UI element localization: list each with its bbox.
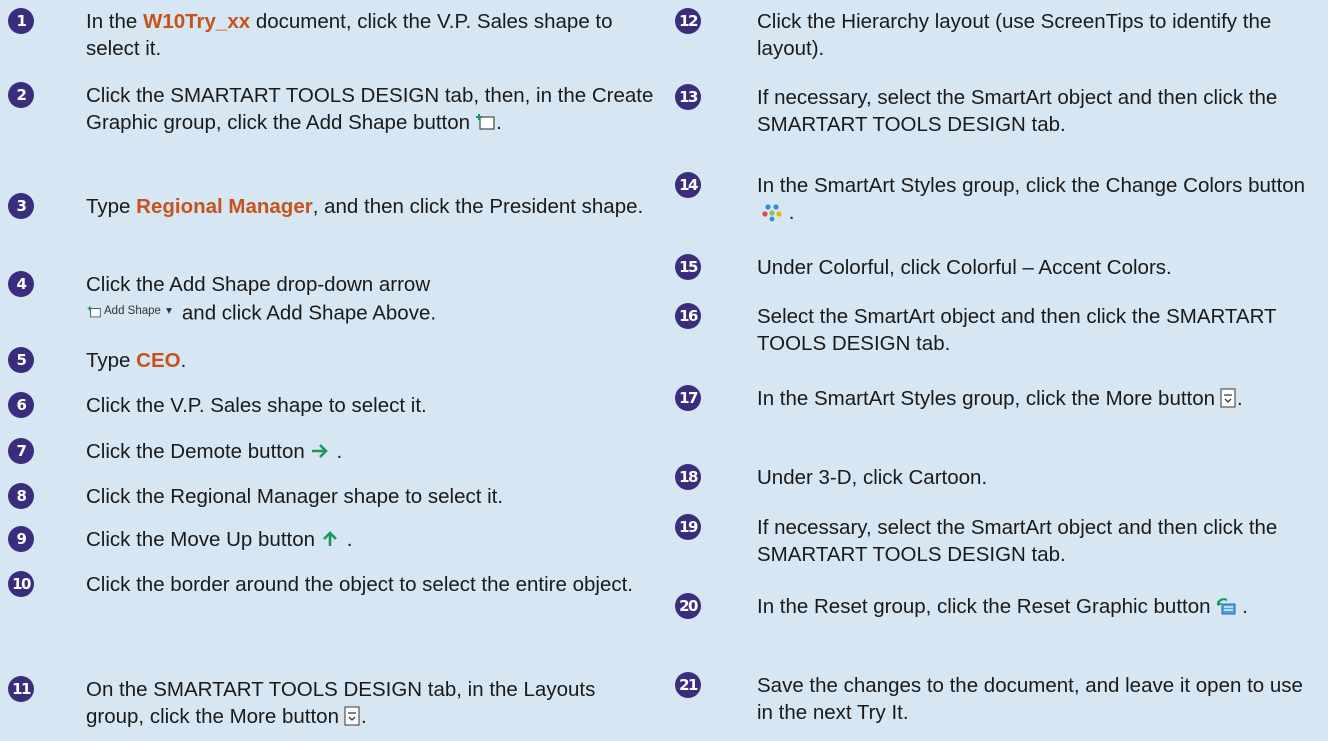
step-15: 15 Under Colorful, click Colorful – Acce…	[675, 254, 1323, 281]
step-number-badge: 6	[8, 392, 34, 418]
step-number-badge: 7	[8, 438, 34, 464]
add-shape-dropdown-icon: Add Shape ▾	[86, 298, 172, 325]
step-text: Click the SMARTART TOOLS DESIGN tab, the…	[86, 84, 654, 134]
step-text: If necessary, select the SmartArt object…	[757, 516, 1278, 566]
step-7: 7 Click the Demote button .	[8, 438, 656, 465]
step-text: Under Colorful, click Colorful – Accent …	[757, 256, 1172, 279]
highlighted-text: W10Try_xx	[143, 10, 251, 33]
step-5: 5 Type CEO.	[8, 347, 656, 374]
more-dropdown-icon	[1219, 388, 1237, 408]
step-text: .	[783, 201, 795, 224]
step-text: and click Add Shape Above.	[181, 301, 437, 325]
step-text: .	[1236, 595, 1248, 618]
step-17: 17 In the SmartArt Styles group, click t…	[675, 385, 1323, 412]
step-10: 10 Click the border around the object to…	[8, 571, 656, 598]
step-number-badge: 21	[675, 672, 701, 698]
step-14: 14 In the SmartArt Styles group, click t…	[675, 172, 1323, 226]
add-shape-icon	[474, 112, 496, 132]
step-number-badge: 3	[8, 193, 34, 219]
add-shape-label: Add Shape	[104, 305, 161, 317]
step-number-badge: 8	[8, 483, 34, 509]
step-text: In the Reset group, click the Reset Grap…	[757, 595, 1211, 618]
step-number-badge: 16	[675, 303, 701, 329]
step-number-badge: 5	[8, 347, 34, 373]
step-3: 3 Type Regional Manager, and then click …	[8, 193, 656, 220]
step-13: 13 If necessary, select the SmartArt obj…	[675, 84, 1323, 138]
step-number-badge: 17	[675, 385, 701, 411]
step-text: If necessary, select the SmartArt object…	[757, 86, 1278, 136]
step-text: Click the border around the object to se…	[86, 573, 633, 596]
step-text: , and then click the President shape.	[312, 195, 644, 218]
step-1: 1 In the W10Try_xx document, click the V…	[8, 8, 656, 62]
step-12: 12 Click the Hierarchy layout (use Scree…	[675, 8, 1323, 62]
step-text: On the SMARTART TOOLS DESIGN tab, in the…	[86, 678, 596, 728]
step-text: Type	[86, 349, 137, 372]
step-number-badge: 9	[8, 526, 34, 552]
step-8: 8 Click the Regional Manager shape to se…	[8, 483, 656, 510]
step-text: Click the Demote button	[86, 440, 305, 463]
step-20: 20 In the Reset group, click the Reset G…	[675, 593, 1323, 620]
step-text: In the	[86, 10, 143, 33]
step-text: Type	[86, 195, 137, 218]
demote-arrow-icon	[309, 441, 331, 461]
step-text: Click the Add Shape drop-down arrow	[86, 273, 431, 296]
step-text: .	[360, 705, 367, 728]
step-number-badge: 18	[675, 464, 701, 490]
reset-graphic-icon	[1215, 596, 1237, 616]
step-number-badge: 2	[8, 82, 34, 108]
step-number-badge: 13	[675, 84, 701, 110]
step-text: Select the SmartArt object and then clic…	[757, 305, 1277, 355]
step-number-badge: 19	[675, 514, 701, 540]
step-text: Save the changes to the document, and le…	[757, 674, 1303, 724]
highlighted-text: CEO	[136, 349, 181, 372]
highlighted-text: Regional Manager	[136, 195, 313, 218]
step-text: Click the Regional Manager shape to sele…	[86, 485, 504, 508]
change-colors-icon	[761, 202, 783, 222]
step-text: In the SmartArt Styles group, click the …	[757, 174, 1306, 197]
step-text: .	[496, 111, 502, 134]
step-16: 16 Select the SmartArt object and then c…	[675, 303, 1323, 357]
step-text: Click the Move Up button	[86, 528, 316, 551]
step-number-badge: 14	[675, 172, 701, 198]
step-text: .	[1237, 387, 1243, 410]
step-text: Under 3-D, click Cartoon.	[757, 466, 988, 489]
step-text: Click the Hierarchy layout (use ScreenTi…	[757, 10, 1272, 60]
step-text: .	[341, 528, 353, 551]
step-6: 6 Click the V.P. Sales shape to select i…	[8, 392, 656, 419]
step-number-badge: 1	[8, 8, 34, 34]
step-text: .	[180, 349, 187, 372]
step-21: 21 Save the changes to the document, and…	[675, 672, 1323, 726]
step-2: 2 Click the SMARTART TOOLS DESIGN tab, t…	[8, 82, 656, 136]
step-number-badge: 20	[675, 593, 701, 619]
step-4: 4 Click the Add Shape drop-down arrow Ad…	[8, 271, 656, 327]
step-number-badge: 15	[675, 254, 701, 280]
step-18: 18 Under 3-D, click Cartoon.	[675, 464, 1323, 491]
step-number-badge: 12	[675, 8, 701, 34]
step-text: .	[330, 440, 343, 463]
step-text: Click the V.P. Sales shape to select it.	[86, 394, 427, 417]
step-number-badge: 10	[8, 571, 34, 597]
chevron-down-icon: ▾	[162, 305, 172, 317]
more-dropdown-icon	[343, 706, 361, 726]
step-11: 11 On the SMARTART TOOLS DESIGN tab, in …	[8, 676, 656, 730]
step-text: In the SmartArt Styles group, click the …	[757, 387, 1216, 410]
move-up-arrow-icon	[319, 529, 341, 549]
step-9: 9 Click the Move Up button .	[8, 526, 656, 553]
step-number-badge: 4	[8, 271, 34, 297]
step-19: 19 If necessary, select the SmartArt obj…	[675, 514, 1323, 568]
step-number-badge: 11	[8, 676, 34, 702]
